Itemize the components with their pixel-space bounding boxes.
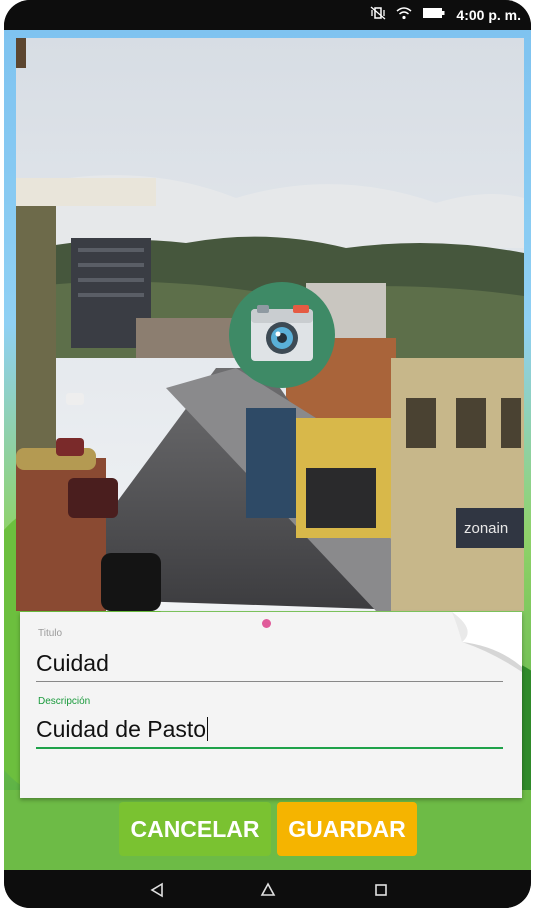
- title-input[interactable]: Cuidad: [36, 650, 503, 682]
- clock: 4:00 p. m.: [456, 6, 521, 23]
- shop-sign: zonain: [464, 520, 508, 537]
- wifi-icon: [396, 6, 412, 23]
- recents-icon[interactable]: [368, 877, 394, 903]
- description-value: Cuidad de Pasto: [36, 716, 207, 742]
- description-input[interactable]: Cuidad de Pasto: [36, 716, 503, 749]
- description-label: Descripción: [38, 696, 91, 707]
- status-bar: 4:00 p. m.: [4, 0, 531, 30]
- pin-icon: [262, 619, 271, 628]
- title-value: Cuidad: [36, 650, 109, 676]
- battery-icon: [422, 6, 446, 23]
- home-icon[interactable]: [255, 877, 281, 903]
- back-icon[interactable]: [144, 877, 170, 903]
- navigation-bar: [4, 870, 531, 908]
- camera-icon: [249, 305, 315, 365]
- vibrate-icon: [370, 6, 386, 23]
- title-label: Titulo: [38, 628, 63, 639]
- photo-preview[interactable]: zonain: [16, 38, 524, 611]
- app-screen: zonain Titulo Cuidad Descripción Cuidad …: [4, 30, 531, 870]
- save-button[interactable]: GUARDAR: [277, 802, 417, 856]
- text-caret: [207, 717, 209, 741]
- details-form: Titulo Cuidad Descripción Cuidad de Past…: [20, 612, 522, 798]
- phone-frame: 4:00 p. m. zonain Titulo Cuidad Descripc…: [4, 0, 531, 908]
- take-photo-button[interactable]: [229, 282, 335, 388]
- cancel-button[interactable]: CANCELAR: [119, 802, 271, 856]
